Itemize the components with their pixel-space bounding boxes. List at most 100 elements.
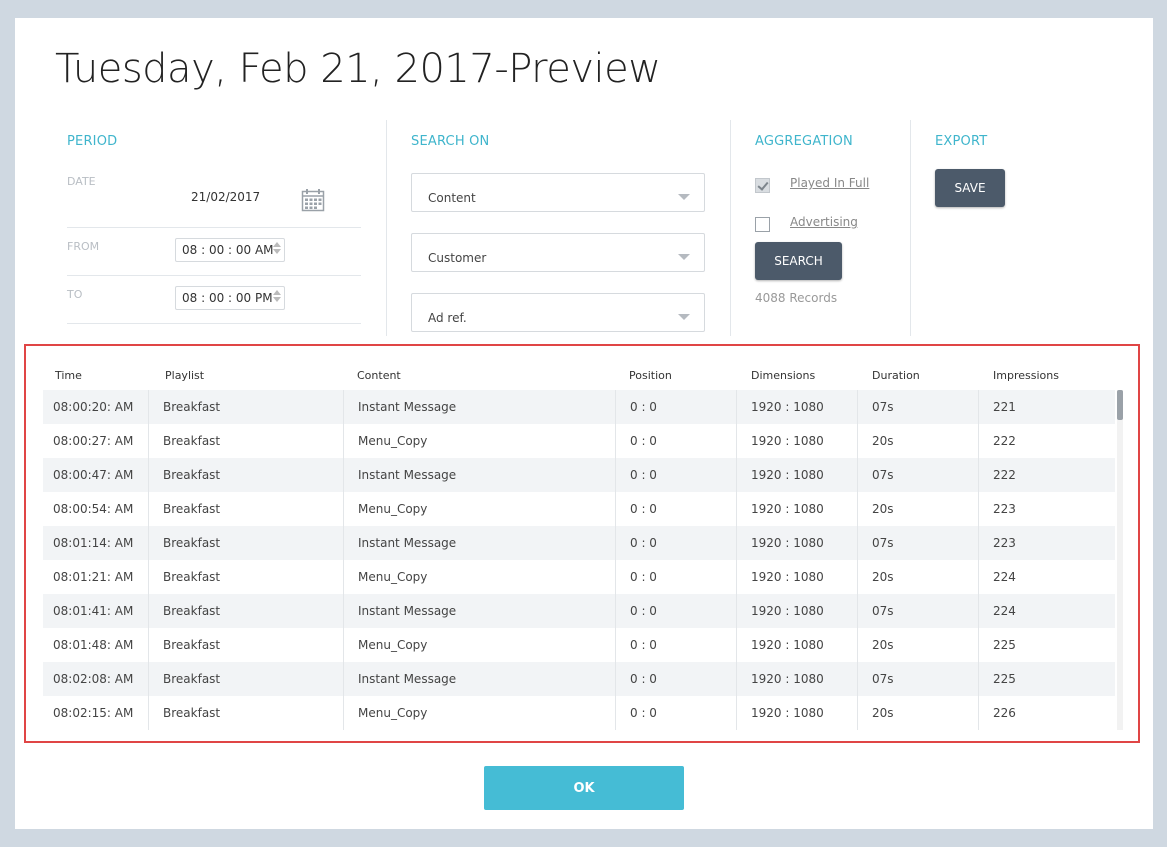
scrollbar-thumb[interactable] — [1117, 390, 1123, 420]
cell-impressions: 225 — [978, 662, 1115, 696]
period-heading: PERIOD — [67, 134, 118, 149]
cell-dimensions: 1920 : 1080 — [736, 458, 857, 492]
table-row[interactable]: 08:00:20: AM Breakfast Instant Message 0 : … — [43, 390, 1115, 424]
section-divider — [730, 120, 731, 336]
cell-duration: 07s — [857, 662, 978, 696]
cell-time: 08:00:20: AM — [53, 400, 134, 414]
export-heading: EXPORT — [935, 134, 988, 149]
table-header: Time Playlist Content Position Dimension… — [26, 346, 1138, 390]
column-header-playlist[interactable]: Playlist — [165, 369, 204, 382]
cell-content: Menu_Copy — [343, 560, 615, 594]
column-header-position[interactable]: Position — [629, 369, 672, 382]
cell-duration: 20s — [857, 628, 978, 662]
table-row[interactable]: 08:01:48: AM Breakfast Menu_Copy 0 : 0 1920 … — [43, 628, 1115, 662]
results-table: Time Playlist Content Position Dimension… — [24, 344, 1140, 743]
cell-dimensions: 1920 : 1080 — [736, 662, 857, 696]
table-row[interactable]: 08:00:27: AM Breakfast Menu_Copy 0 : 0 1920 … — [43, 424, 1115, 458]
table-body: 08:00:20: AM Breakfast Instant Message 0 : … — [43, 390, 1115, 730]
cell-position: 0 : 0 — [615, 424, 736, 458]
cell-impressions: 222 — [978, 424, 1115, 458]
from-label: FROM — [67, 240, 100, 253]
preview-dialog: Tuesday, Feb 21, 2017-Preview PERIOD DAT… — [15, 18, 1153, 829]
cell-time: 08:01:41: AM — [53, 604, 134, 618]
cell-duration: 20s — [857, 696, 978, 730]
cell-time: 08:01:21: AM — [53, 570, 134, 584]
records-count: 4088 Records — [755, 291, 838, 305]
cell-dimensions: 1920 : 1080 — [736, 594, 857, 628]
ok-button[interactable]: OK — [484, 766, 684, 810]
played-in-full-checkbox[interactable] — [755, 178, 770, 193]
cell-impressions: 223 — [978, 526, 1115, 560]
section-divider — [910, 120, 911, 336]
cell-playlist: Breakfast — [148, 696, 343, 730]
from-time-value: 08 : 00 : 00 AM — [182, 243, 274, 257]
customer-select[interactable]: Customer — [411, 233, 705, 272]
column-header-dimensions[interactable]: Dimensions — [751, 369, 815, 382]
to-label: TO — [67, 288, 83, 301]
table-row[interactable]: 08:00:47: AM Breakfast Instant Message 0 : … — [43, 458, 1115, 492]
spinner-arrows-icon[interactable] — [272, 288, 282, 308]
calendar-icon[interactable] — [301, 188, 325, 212]
cell-dimensions: 1920 : 1080 — [736, 390, 857, 424]
search-button[interactable]: SEARCH — [755, 242, 842, 280]
column-header-time[interactable]: Time — [55, 369, 82, 382]
chevron-down-icon — [678, 254, 690, 260]
advertising-checkbox[interactable] — [755, 217, 770, 232]
cell-duration: 20s — [857, 560, 978, 594]
cell-position: 0 : 0 — [615, 458, 736, 492]
spinner-arrows-icon[interactable] — [272, 240, 282, 260]
cell-playlist: Breakfast — [148, 662, 343, 696]
played-in-full-label[interactable]: Played In Full — [790, 176, 869, 190]
table-row[interactable]: 08:00:54: AM Breakfast Menu_Copy 0 : 0 1920 … — [43, 492, 1115, 526]
column-header-duration[interactable]: Duration — [872, 369, 920, 382]
cell-content: Menu_Copy — [343, 696, 615, 730]
cell-duration: 20s — [857, 424, 978, 458]
save-button[interactable]: SAVE — [935, 169, 1005, 207]
cell-content: Menu_Copy — [343, 628, 615, 662]
cell-duration: 07s — [857, 526, 978, 560]
cell-position: 0 : 0 — [615, 662, 736, 696]
cell-dimensions: 1920 : 1080 — [736, 526, 857, 560]
cell-playlist: Breakfast — [148, 526, 343, 560]
date-value[interactable]: 21/02/2017 — [191, 190, 260, 204]
to-time-value: 08 : 00 : 00 PM — [182, 291, 273, 305]
table-row[interactable]: 08:02:15: AM Breakfast Menu_Copy 0 : 0 1920 … — [43, 696, 1115, 730]
cell-playlist: Breakfast — [148, 594, 343, 628]
column-header-impressions[interactable]: Impressions — [993, 369, 1059, 382]
cell-dimensions: 1920 : 1080 — [736, 424, 857, 458]
cell-impressions: 224 — [978, 560, 1115, 594]
customer-select-value: Customer — [428, 250, 487, 265]
cell-playlist: Breakfast — [148, 628, 343, 662]
content-select-value: Content — [428, 190, 476, 205]
search-on-heading: SEARCH ON — [411, 134, 490, 149]
cell-content: Instant Message — [343, 662, 615, 696]
table-row[interactable]: 08:01:14: AM Breakfast Instant Message 0 : … — [43, 526, 1115, 560]
cell-time: 08:01:14: AM — [53, 536, 134, 550]
cell-time: 08:01:48: AM — [53, 638, 134, 652]
to-time-input[interactable]: 08 : 00 : 00 PM — [175, 286, 285, 310]
cell-impressions: 222 — [978, 458, 1115, 492]
cell-position: 0 : 0 — [615, 526, 736, 560]
table-scrollbar[interactable] — [1117, 390, 1123, 730]
from-time-input[interactable]: 08 : 00 : 00 AM — [175, 238, 285, 262]
cell-content: Instant Message — [343, 526, 615, 560]
cell-time: 08:00:47: AM — [53, 468, 134, 482]
cell-impressions: 223 — [978, 492, 1115, 526]
cell-position: 0 : 0 — [615, 560, 736, 594]
cell-time: 08:00:54: AM — [53, 502, 134, 516]
cell-duration: 07s — [857, 458, 978, 492]
cell-playlist: Breakfast — [148, 424, 343, 458]
chevron-down-icon — [678, 314, 690, 320]
table-row[interactable]: 08:01:21: AM Breakfast Menu_Copy 0 : 0 1920 … — [43, 560, 1115, 594]
content-select[interactable]: Content — [411, 173, 705, 212]
cell-dimensions: 1920 : 1080 — [736, 628, 857, 662]
cell-time: 08:02:08: AM — [53, 672, 134, 686]
ad-ref-select[interactable]: Ad ref. — [411, 293, 705, 332]
cell-position: 0 : 0 — [615, 696, 736, 730]
table-row[interactable]: 08:02:08: AM Breakfast Instant Message 0 : … — [43, 662, 1115, 696]
advertising-label[interactable]: Advertising — [790, 215, 858, 229]
cell-dimensions: 1920 : 1080 — [736, 560, 857, 594]
chevron-down-icon — [678, 194, 690, 200]
table-row[interactable]: 08:01:41: AM Breakfast Instant Message 0 : … — [43, 594, 1115, 628]
column-header-content[interactable]: Content — [357, 369, 401, 382]
